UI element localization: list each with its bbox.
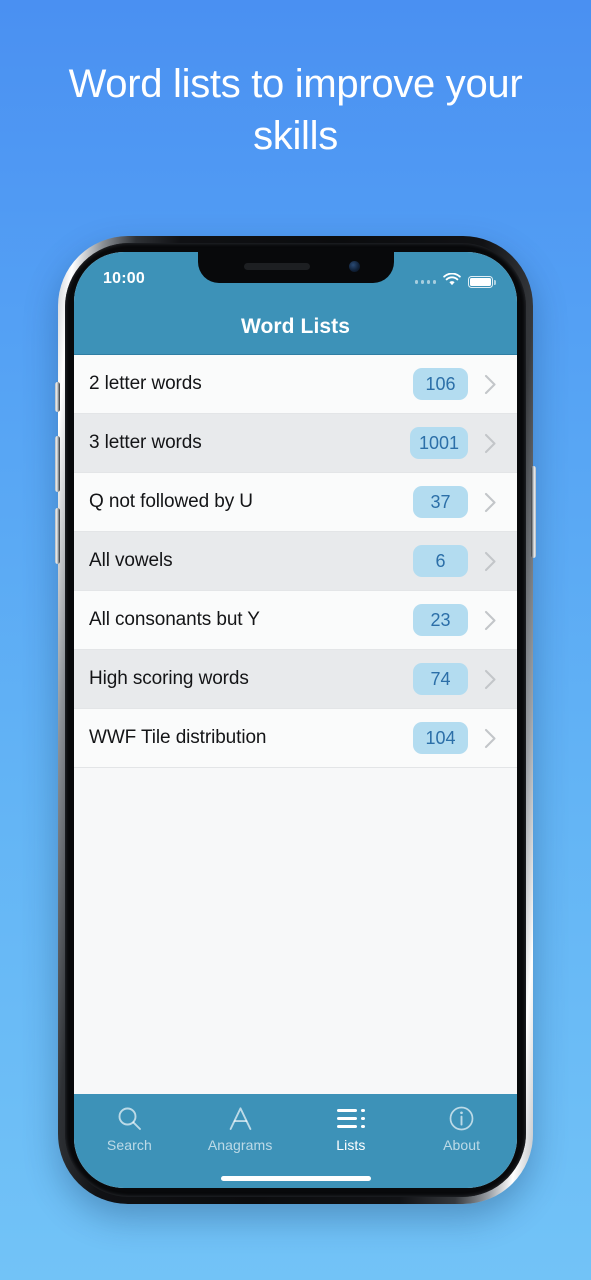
status-indicators <box>414 272 496 291</box>
notch <box>197 252 394 283</box>
row-label: 3 letter words <box>89 432 202 453</box>
home-indicator[interactable] <box>220 1176 371 1181</box>
info-circle-icon <box>448 1103 475 1134</box>
phone-mockup: 10:00 Word Lists 2 letter words 106 3 le… <box>55 236 536 1204</box>
status-bar: 10:00 <box>74 252 517 315</box>
table-row[interactable]: 3 letter words 1001 <box>74 414 517 473</box>
home-indicator-area <box>74 1172 517 1188</box>
tab-bar: Search Anagrams Lists About <box>74 1094 517 1172</box>
front-camera-icon <box>348 261 360 272</box>
row-label: WWF Tile distribution <box>89 727 267 748</box>
chevron-right-icon <box>477 666 503 692</box>
table-row[interactable]: All vowels 6 <box>74 532 517 591</box>
table-row[interactable]: 2 letter words 106 <box>74 355 517 414</box>
row-label: High scoring words <box>89 668 249 689</box>
tab-about[interactable]: About <box>406 1103 517 1153</box>
row-label: All consonants but Y <box>89 609 260 630</box>
letter-a-icon <box>227 1103 254 1134</box>
row-label: 2 letter words <box>89 373 202 394</box>
chevron-right-icon <box>477 548 503 574</box>
count-badge: 74 <box>413 663 468 695</box>
volume-down-button[interactable] <box>55 508 60 564</box>
power-button[interactable] <box>531 466 536 558</box>
battery-full-icon <box>468 276 496 288</box>
chevron-right-icon <box>477 607 503 633</box>
volume-up-button[interactable] <box>55 436 60 492</box>
count-badge: 6 <box>413 545 468 577</box>
table-row[interactable]: High scoring words 74 <box>74 650 517 709</box>
page-title: Word Lists <box>240 315 351 338</box>
table-row[interactable]: All consonants but Y 23 <box>74 591 517 650</box>
phone-screen: 10:00 Word Lists 2 letter words 106 3 le… <box>74 252 517 1188</box>
earpiece-speaker-icon <box>243 263 310 270</box>
count-badge: 1001 <box>409 427 468 459</box>
row-label: All vowels <box>89 550 173 571</box>
count-badge: 37 <box>413 486 468 518</box>
table-row[interactable]: Q not followed by U 37 <box>74 473 517 532</box>
status-time: 10:00 <box>103 270 145 287</box>
chevron-right-icon <box>477 371 503 397</box>
tab-label: Anagrams <box>207 1137 273 1153</box>
tab-lists[interactable]: Lists <box>296 1103 407 1153</box>
wifi-icon <box>443 272 461 291</box>
promo-headline: Word lists to improve your skills <box>68 62 523 158</box>
chevron-right-icon <box>477 489 503 515</box>
table-row[interactable]: WWF Tile distribution 104 <box>74 709 517 768</box>
count-badge: 104 <box>413 722 468 754</box>
tab-search[interactable]: Search <box>74 1103 185 1153</box>
search-icon <box>116 1103 143 1134</box>
chevron-right-icon <box>477 430 503 456</box>
count-badge: 106 <box>413 368 468 400</box>
list-icon <box>337 1103 365 1134</box>
navigation-bar: Word Lists <box>74 315 517 355</box>
tab-label: Lists <box>336 1137 366 1153</box>
row-label: Q not followed by U <box>89 491 253 512</box>
signal-dots-icon <box>414 280 436 284</box>
chevron-right-icon <box>477 725 503 751</box>
silent-switch[interactable] <box>55 382 60 412</box>
tab-label: About <box>443 1137 481 1153</box>
tab-label: Search <box>106 1137 152 1153</box>
word-lists-table[interactable]: 2 letter words 106 3 letter words 1001 Q… <box>74 355 517 1094</box>
tab-anagrams[interactable]: Anagrams <box>185 1103 296 1153</box>
count-badge: 23 <box>413 604 468 636</box>
